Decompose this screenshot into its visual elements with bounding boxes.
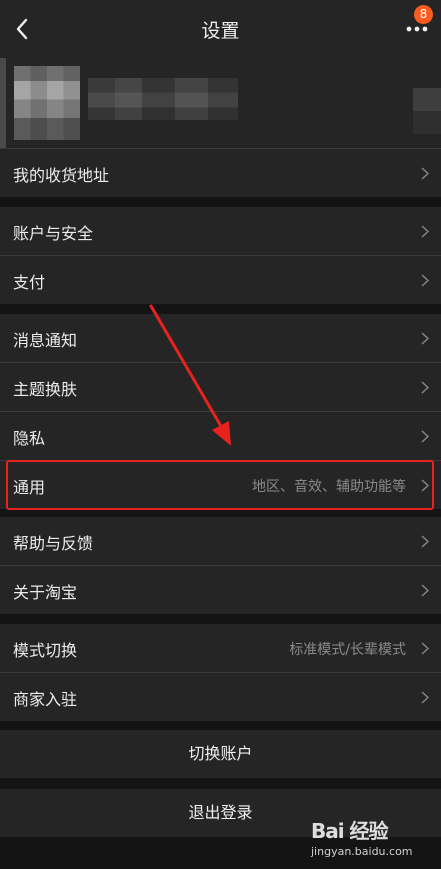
row-label: 支付 (13, 273, 46, 292)
chevron-right-icon (421, 274, 429, 287)
row-label: 我的收货地址 (13, 166, 110, 185)
row-label: 账户与安全 (13, 224, 94, 243)
row-theme[interactable]: 主题换肤 (0, 363, 441, 411)
row-mode-switch[interactable]: 模式切换 标准模式/长辈模式 (0, 624, 441, 672)
row-shipping-address[interactable]: 我的收货地址 (0, 149, 441, 197)
chevron-right-icon (421, 167, 429, 180)
chevron-right-icon (421, 332, 429, 345)
row-subtitle: 标准模式/长辈模式 (289, 642, 406, 658)
profile-extra-blurred (413, 88, 441, 134)
chevron-right-icon (421, 430, 429, 443)
row-help-feedback[interactable]: 帮助与反馈 (0, 517, 441, 565)
row-label: 主题换肤 (13, 380, 78, 399)
row-account-security[interactable]: 账户与安全 (0, 207, 441, 255)
more-dots-icon[interactable] (405, 24, 429, 34)
chevron-right-icon (421, 381, 429, 394)
row-label: 消息通知 (13, 331, 78, 350)
top-bar: 设置 8 (0, 0, 441, 58)
chevron-right-icon (421, 225, 429, 238)
row-notifications[interactable]: 消息通知 (0, 314, 441, 362)
page-title: 设置 (201, 20, 240, 42)
watermark-logo: Bai 经验 (311, 819, 389, 843)
avatar (14, 66, 80, 140)
chevron-right-icon (421, 584, 429, 597)
profile-edge (0, 58, 6, 148)
chevron-right-icon (421, 642, 429, 655)
watermark: Bai 经验 jingyan.baidu.com (311, 815, 421, 860)
row-label: 商家入驻 (13, 690, 78, 709)
highlight-box (6, 460, 434, 510)
chevron-right-icon (421, 535, 429, 548)
row-merchant-join[interactable]: 商家入驻 (0, 673, 441, 721)
row-label: 隐私 (13, 429, 46, 448)
row-about-taobao[interactable]: 关于淘宝 (0, 566, 441, 614)
row-payment[interactable]: 支付 (0, 256, 441, 304)
chevron-right-icon (421, 691, 429, 704)
watermark-url: jingyan.baidu.com (311, 845, 413, 858)
row-label: 模式切换 (13, 641, 78, 660)
profile-card[interactable] (0, 58, 441, 148)
row-label: 关于淘宝 (13, 583, 78, 602)
row-privacy[interactable]: 隐私 (0, 412, 441, 460)
switch-account-button[interactable]: 切换账户 (0, 730, 441, 778)
notification-badge: 8 (414, 5, 433, 24)
row-label: 帮助与反馈 (13, 534, 94, 553)
profile-name-blurred (88, 78, 238, 120)
